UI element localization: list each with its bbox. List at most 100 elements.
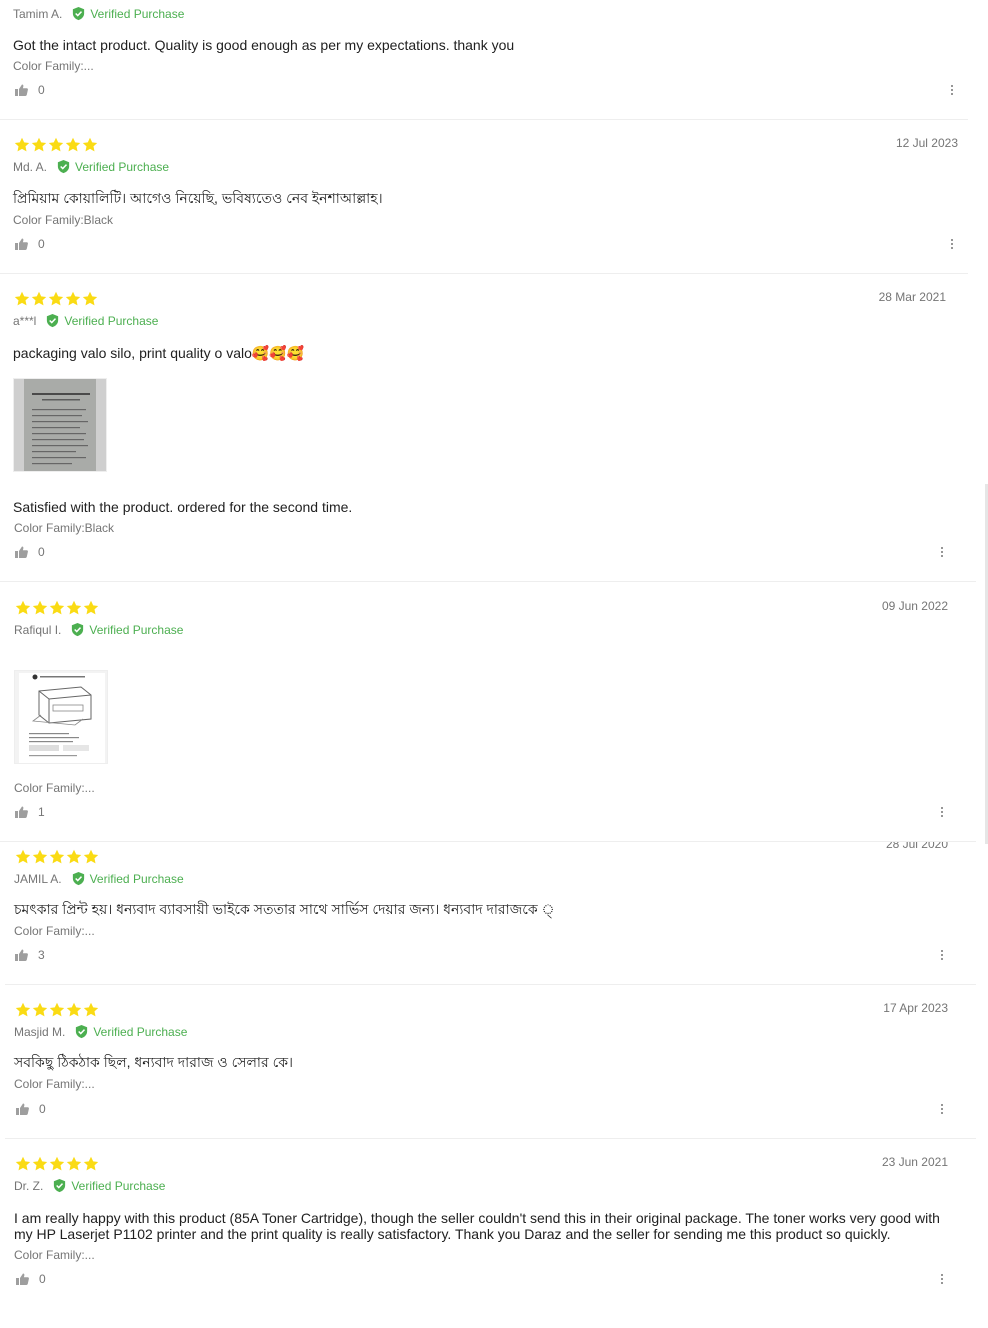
- thumbs-up-icon: [15, 949, 28, 961]
- more-vertical-icon[interactable]: [950, 84, 954, 96]
- verified-shield-icon: [54, 1178, 66, 1193]
- review-item: 12 Jul 2023 Md. A. Verified Purchase প্র…: [0, 120, 976, 274]
- star-icon: [82, 291, 98, 307]
- author-name: Tamim A.: [13, 6, 63, 21]
- star-rating: [14, 291, 98, 307]
- thumbs-up-icon: [16, 1103, 29, 1115]
- star-rating: [15, 600, 99, 616]
- verified-shield-icon: [47, 313, 59, 328]
- more-vertical-icon[interactable]: [940, 1103, 944, 1115]
- printed-page-image: [14, 379, 106, 471]
- review-sku: Color Family:...: [14, 924, 95, 938]
- star-icon: [66, 1156, 82, 1172]
- author-name: a***l: [13, 313, 37, 328]
- verified-badge: Verified Purchase: [70, 622, 183, 637]
- verified-label: Verified Purchase: [90, 6, 185, 21]
- verified-badge: Verified Purchase: [56, 159, 169, 174]
- review-sku: Color Family:Black: [13, 213, 114, 227]
- star-icon: [49, 600, 65, 616]
- more-vertical-icon[interactable]: [940, 949, 944, 961]
- review-content: চমৎকার প্রিন্ট হয়। ধন্যবাদ ব্যাবসায়ী ভ…: [14, 901, 555, 917]
- verified-badge: Verified Purchase: [71, 871, 184, 886]
- star-icon: [65, 137, 81, 153]
- verified-badge: Verified Purchase: [45, 313, 158, 328]
- verified-label: Verified Purchase: [75, 159, 170, 174]
- star-icon: [32, 849, 48, 865]
- star-icon: [32, 600, 48, 616]
- verified-label: Verified Purchase: [64, 313, 159, 328]
- author-name: Dr. Z.: [14, 1178, 44, 1193]
- star-icon: [49, 1002, 65, 1018]
- star-icon: [14, 291, 30, 307]
- verified-label: Verified Purchase: [93, 1024, 188, 1039]
- review-item: 17 Apr 2023 Masjid M. Verified Purchase …: [0, 985, 976, 1139]
- review-content: packaging valo silo, print quality o val…: [13, 345, 305, 361]
- review-content-secondary: Satisfied with the product. ordered for …: [13, 499, 353, 515]
- review-author: Masjid M. Verified Purchase: [14, 1024, 187, 1039]
- like-button[interactable]: 1: [15, 805, 45, 819]
- review-photo[interactable]: [14, 670, 108, 764]
- author-name: JAMIL A.: [14, 871, 62, 886]
- star-icon: [82, 137, 98, 153]
- verified-shield-icon: [76, 1024, 88, 1039]
- review-date: 09 Jun 2022: [881, 599, 948, 613]
- review-sku: Color Family:...: [14, 781, 95, 795]
- star-icon: [15, 1156, 31, 1172]
- like-button[interactable]: 0: [15, 545, 45, 559]
- review-date: 17 Apr 2023: [883, 1001, 948, 1015]
- verified-badge: Verified Purchase: [52, 1178, 165, 1193]
- review-sku: Color Family:...: [13, 59, 94, 73]
- like-count: 0: [38, 545, 45, 559]
- star-icon: [48, 137, 64, 153]
- star-icon: [15, 600, 31, 616]
- review-date: 28 Mar 2021: [878, 290, 946, 304]
- verified-badge: Verified Purchase: [71, 6, 184, 21]
- verified-label: Verified Purchase: [89, 622, 184, 637]
- like-button[interactable]: 3: [15, 948, 45, 962]
- review-author: JAMIL A. Verified Purchase: [14, 871, 184, 886]
- verified-shield-icon: [72, 622, 84, 637]
- review-item: 09 Jun 2022 Rafiqul I. Verified Purchase…: [0, 582, 976, 842]
- more-vertical-icon[interactable]: [940, 1273, 944, 1285]
- review-item: 23 Jun 2021 Dr. Z. Verified Purchase I a…: [0, 1139, 976, 1328]
- star-icon: [15, 1002, 31, 1018]
- like-button[interactable]: 0: [15, 83, 45, 97]
- more-vertical-icon[interactable]: [940, 546, 944, 558]
- author-name: Md. A.: [13, 159, 48, 174]
- like-count: 0: [39, 1272, 46, 1286]
- review-date: 28 Jul 2020: [885, 842, 948, 851]
- like-button[interactable]: 0: [15, 237, 45, 251]
- star-icon: [65, 291, 81, 307]
- review-photo[interactable]: [13, 378, 107, 472]
- review-content: Got the intact product. Quality is good …: [13, 37, 515, 53]
- more-vertical-icon[interactable]: [950, 238, 954, 250]
- star-icon: [48, 291, 64, 307]
- more-vertical-icon[interactable]: [940, 806, 944, 818]
- star-icon: [83, 1002, 99, 1018]
- like-count: 0: [39, 1102, 46, 1116]
- like-button[interactable]: 0: [16, 1102, 46, 1116]
- star-icon: [66, 600, 82, 616]
- author-name: Rafiqul I.: [14, 622, 62, 637]
- review-author: a***l Verified Purchase: [13, 313, 158, 328]
- star-icon: [32, 1002, 48, 1018]
- printer-manual-image: [15, 671, 107, 763]
- review-sku: Color Family:Black: [14, 521, 115, 535]
- star-icon: [15, 849, 31, 865]
- author-name: Masjid M.: [14, 1024, 66, 1039]
- review-content: সবকিছু ঠিকঠাক ছিল, ধন্যবাদ দারাজ ও সেলার…: [14, 1054, 294, 1070]
- review-author: Dr. Z. Verified Purchase: [14, 1178, 165, 1193]
- thumbs-up-icon: [15, 238, 28, 250]
- star-icon: [31, 137, 47, 153]
- star-icon: [14, 137, 30, 153]
- star-rating: [15, 1002, 99, 1018]
- review-item: 28 Jul 2020 JAMIL A. Verified Purchase চ…: [0, 842, 976, 985]
- verified-shield-icon: [57, 159, 70, 174]
- star-icon: [83, 1156, 99, 1172]
- verified-shield-icon: [72, 871, 84, 886]
- like-button[interactable]: 0: [16, 1272, 46, 1286]
- thumbs-up-icon: [16, 1273, 29, 1285]
- star-icon: [49, 1156, 65, 1172]
- star-rating: [15, 849, 99, 865]
- review-sku: Color Family:...: [14, 1248, 95, 1262]
